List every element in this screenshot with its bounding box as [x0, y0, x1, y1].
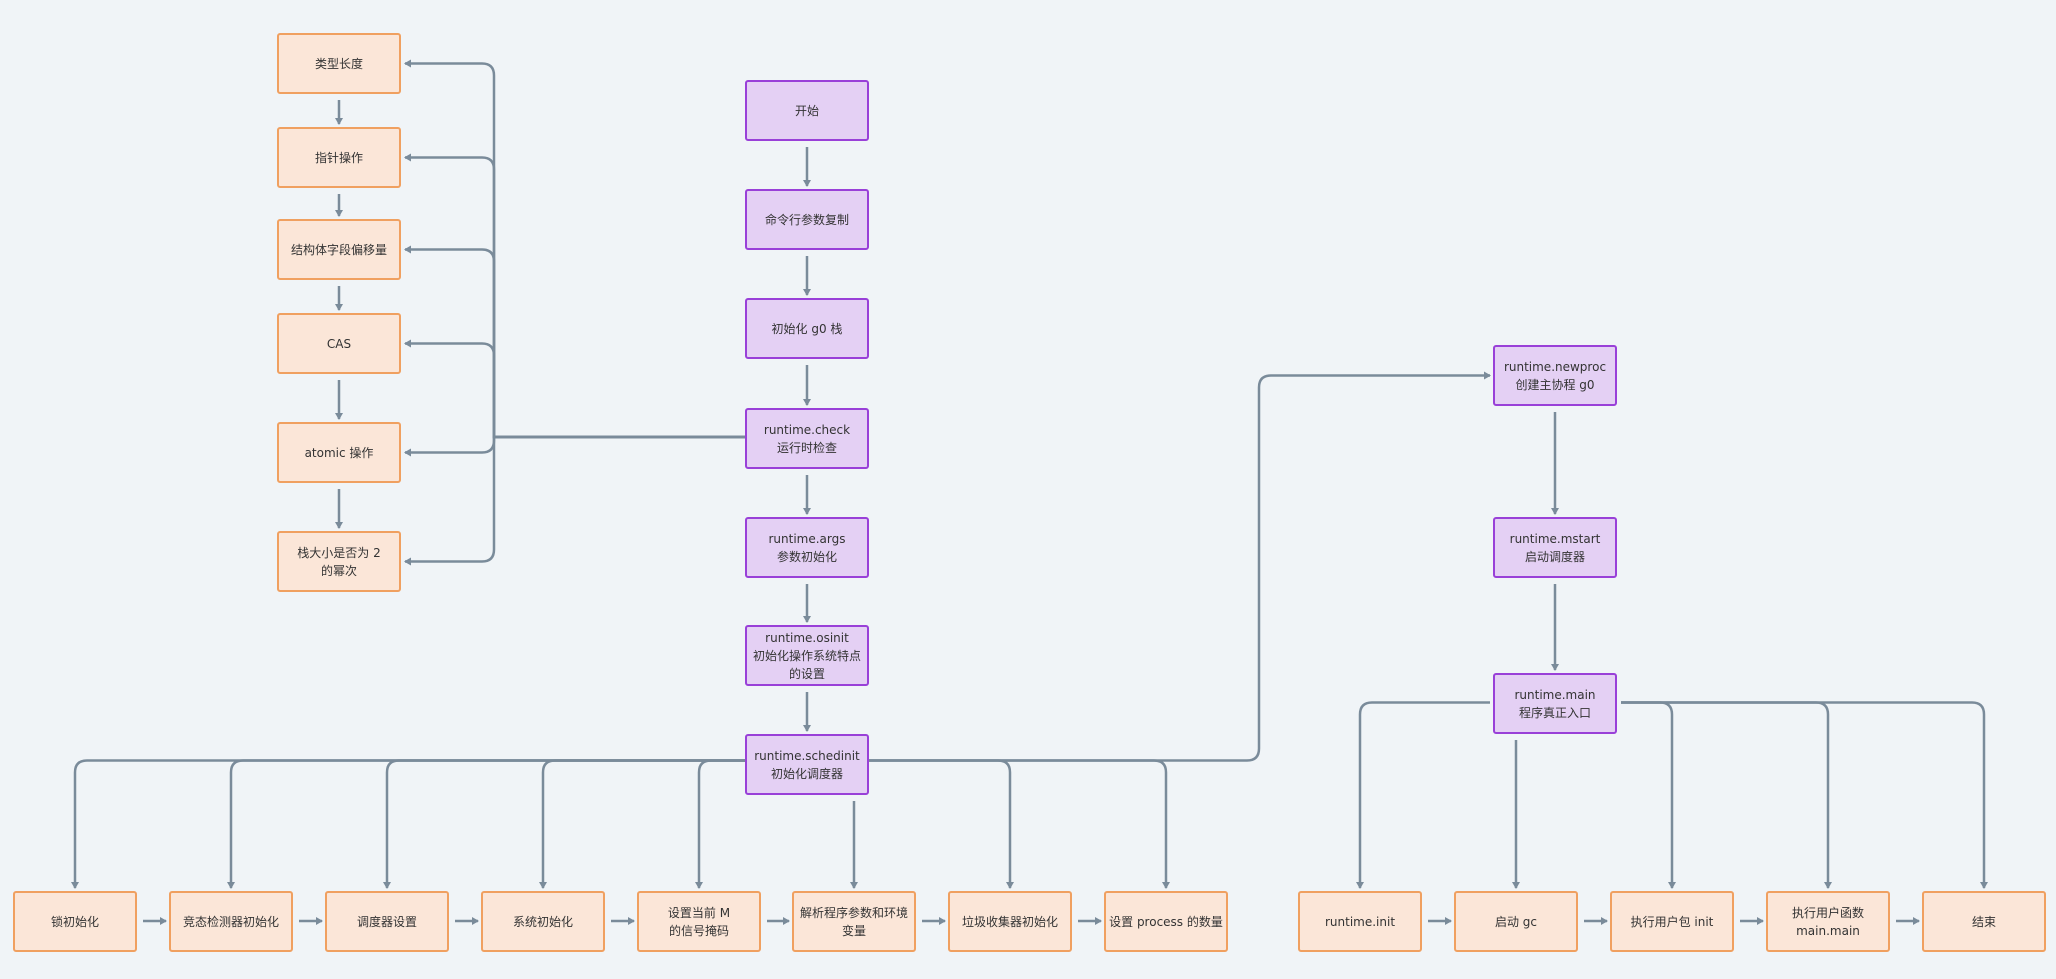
- main-step-node: 结束: [1922, 891, 2046, 952]
- check-item-node: 指针操作: [277, 127, 401, 188]
- edge-arrow: [869, 759, 1170, 889]
- flow-step-node: runtime.args 参数初始化: [745, 517, 869, 578]
- schedinit-step-node: 系统初始化: [481, 891, 605, 952]
- schedinit-step-node: 竞态检测器初始化: [169, 891, 293, 952]
- schedinit-step-node: 调度器设置: [325, 891, 449, 952]
- edge-arrow: [227, 759, 745, 889]
- schedinit-step-node: 锁初始化: [13, 891, 137, 952]
- node-label: 执行用户包 init: [1630, 914, 1714, 929]
- edge-arrow: [404, 339, 745, 439]
- check-item-node: 类型长度: [277, 33, 401, 94]
- node-label: 开始: [794, 103, 819, 118]
- edge-arrow: [383, 759, 745, 889]
- node-label: 解析程序参数和环境: [799, 905, 908, 920]
- node-label: atomic 操作: [304, 445, 374, 460]
- node-label: 的幂次: [320, 563, 357, 578]
- node-label: runtime.init: [1324, 914, 1396, 929]
- schedinit-step-node: 设置当前 M 的信号掩码: [637, 891, 761, 952]
- edge-arrow: [404, 435, 745, 457]
- flow-step-node: 命令行参数复制: [745, 189, 869, 250]
- schedinit-step-node: 垃圾收集器初始化: [948, 891, 1072, 952]
- node-label: 程序真正入口: [1518, 705, 1591, 720]
- runtime-step-node: runtime.newproc 创建主协程 g0: [1493, 345, 1617, 406]
- node-label: runtime.schedinit: [754, 748, 860, 763]
- node-label: 的设置: [788, 666, 825, 681]
- node-label: 锁初始化: [50, 914, 99, 929]
- node-label: 命令行参数复制: [764, 212, 849, 227]
- main-step-node: 执行用户包 init: [1610, 891, 1734, 952]
- node-label: 栈大小是否为 2: [297, 545, 381, 560]
- node-label: 指针操作: [314, 150, 363, 165]
- edge-arrow: [695, 759, 745, 889]
- edge-arrow: [1621, 701, 1676, 889]
- node-label: 调度器设置: [356, 914, 417, 929]
- edge-arrow: [539, 759, 745, 889]
- node-label: 创建主协程 g0: [1515, 377, 1595, 392]
- main-step-node: runtime.init: [1298, 891, 1422, 952]
- check-item-node: CAS: [277, 313, 401, 374]
- node-label: 竞态检测器初始化: [182, 914, 279, 929]
- runtime-step-node: runtime.main 程序真正入口: [1493, 673, 1617, 734]
- flow-step-node: 初始化 g0 栈: [745, 298, 869, 359]
- node-label: 初始化 g0 栈: [771, 321, 843, 336]
- check-item-node: atomic 操作: [277, 422, 401, 483]
- node-label: CAS: [326, 336, 352, 351]
- node-label: 启动 gc: [1494, 914, 1538, 929]
- main-step-node: 启动 gc: [1454, 891, 1578, 952]
- check-item-node: 结构体字段偏移量: [277, 219, 401, 280]
- edge-arrow: [404, 153, 745, 439]
- runtime-step-node: runtime.mstart 启动调度器: [1493, 517, 1617, 578]
- edge-arrow: [1356, 701, 1490, 889]
- node-label: 运行时检查: [776, 440, 837, 455]
- node-label: runtime.newproc: [1503, 359, 1607, 374]
- node-label: runtime.mstart: [1509, 531, 1601, 546]
- flow-step-node: 开始: [745, 80, 869, 141]
- node-label: 类型长度: [314, 56, 363, 71]
- node-label: 变量: [841, 923, 866, 938]
- node-label: 结束: [1971, 914, 1996, 929]
- node-label: 设置当前 M: [667, 905, 731, 920]
- node-label: main.main: [1796, 923, 1860, 938]
- node-label: 设置 process 的数量: [1109, 914, 1223, 929]
- node-label: 启动调度器: [1524, 549, 1585, 564]
- flow-step-node: runtime.check 运行时检查: [745, 408, 869, 469]
- edge-arrow: [869, 759, 1014, 889]
- node-label: 执行用户函数: [1791, 905, 1864, 920]
- node-label: 系统初始化: [512, 914, 573, 929]
- edge-arrow: [1621, 701, 1832, 889]
- flow-step-node: runtime.osinit 初始化操作系统特点 的设置: [745, 625, 869, 686]
- node-label: runtime.check: [763, 422, 851, 437]
- node-label: 初始化操作系统特点: [752, 648, 861, 663]
- node-label: 初始化调度器: [770, 766, 843, 781]
- edge-arrow: [71, 759, 745, 889]
- node-label: 结构体字段偏移量: [290, 242, 387, 257]
- node-label: 的信号掩码: [668, 923, 729, 938]
- schedinit-step-node: 设置 process 的数量: [1104, 891, 1228, 952]
- node-label: runtime.args: [768, 531, 846, 546]
- node-label: 垃圾收集器初始化: [961, 914, 1058, 929]
- edge-arrow: [1621, 701, 1988, 889]
- main-step-node: 执行用户函数 main.main: [1766, 891, 1890, 952]
- node-label: runtime.main: [1514, 687, 1596, 702]
- schedinit-step-node: 解析程序参数和环境 变量: [792, 891, 916, 952]
- check-item-node: 栈大小是否为 2 的幂次: [277, 531, 401, 592]
- edge-arrow: [404, 435, 745, 566]
- node-label: runtime.osinit: [765, 630, 849, 645]
- node-label: 参数初始化: [776, 549, 837, 564]
- flow-step-node: runtime.schedinit 初始化调度器: [745, 734, 869, 795]
